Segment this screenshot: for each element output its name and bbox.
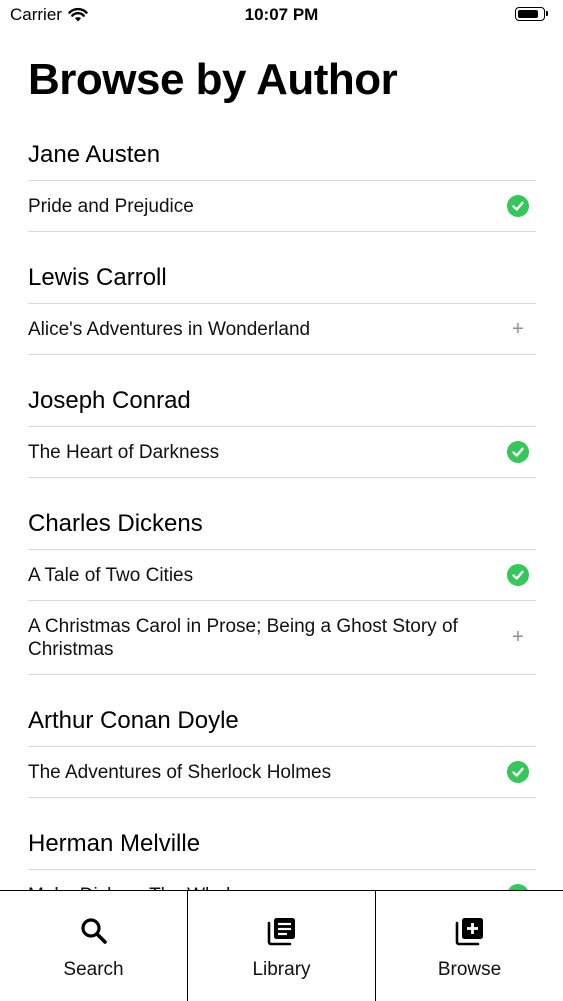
checkmark-icon [507,441,529,463]
browse-icon [455,918,483,946]
book-row[interactable]: The Heart of Darkness [28,427,536,478]
book-title: The Adventures of Sherlock Holmes [28,761,332,783]
add-book-button[interactable]: + [500,318,536,341]
book-title: A Christmas Carol in Prose; Being a Ghos… [28,615,458,660]
status-time: 10:07 PM [244,5,319,24]
book-row[interactable]: The Adventures of Sherlock Holmes [28,747,536,798]
tab-browse[interactable]: Browse [376,891,563,1001]
battery-level [518,10,539,18]
battery-icon [515,7,548,21]
checkmark-icon [507,564,529,586]
author-name: Herman Melville [28,829,201,857]
book-row[interactable]: Alice's Adventures in Wonderland + [28,304,536,355]
added-check-button[interactable] [500,564,536,586]
add-book-button[interactable]: + [500,626,536,649]
book-row[interactable]: A Christmas Carol in Prose; Being a Ghos… [28,601,536,675]
plus-icon: + [512,626,524,648]
status-bar: Carrier 10:07 PM [0,0,563,32]
checkmark-icon [507,195,529,217]
section-header: Herman Melville [28,818,536,870]
added-check-button[interactable] [500,441,536,463]
book-title: A Tale of Two Cities [28,564,194,586]
page-title: Browse by Author [28,55,398,104]
tab-browse-label: Browse [437,959,502,980]
tab-search[interactable]: Search [0,891,188,1001]
book-title: Alice's Adventures in Wonderland [28,318,311,340]
section-header: Charles Dickens [28,498,536,550]
author-name: Lewis Carroll [28,263,167,291]
author-name: Arthur Conan Doyle [28,706,239,734]
tab-library-label: Library [252,959,311,980]
book-title: Pride and Prejudice [28,195,194,217]
section-header: Jane Austen [28,129,536,181]
book-row[interactable]: A Tale of Two Cities [28,550,536,601]
tab-library[interactable]: Library [188,891,376,1001]
book-row[interactable]: Pride and Prejudice [28,181,536,232]
author-name: Charles Dickens [28,509,203,537]
author-name: Jane Austen [28,140,161,168]
search-icon [80,918,107,944]
author-name: Joseph Conrad [28,386,191,414]
added-check-button[interactable] [500,761,536,783]
added-check-button[interactable] [500,195,536,217]
tab-search-label: Search [63,959,124,980]
checkmark-icon [507,761,529,783]
book-title: The Heart of Darkness [28,441,220,463]
section-header: Arthur Conan Doyle [28,695,536,747]
section-header: Joseph Conrad [28,375,536,427]
library-icon [267,918,295,946]
tab-bar: Search Library Browse [0,890,563,1001]
author-list[interactable]: Jane Austen Pride and Prejudice Lewis Carr… [28,129,536,941]
plus-icon: + [512,317,524,340]
section-header: Lewis Carroll [28,252,536,304]
